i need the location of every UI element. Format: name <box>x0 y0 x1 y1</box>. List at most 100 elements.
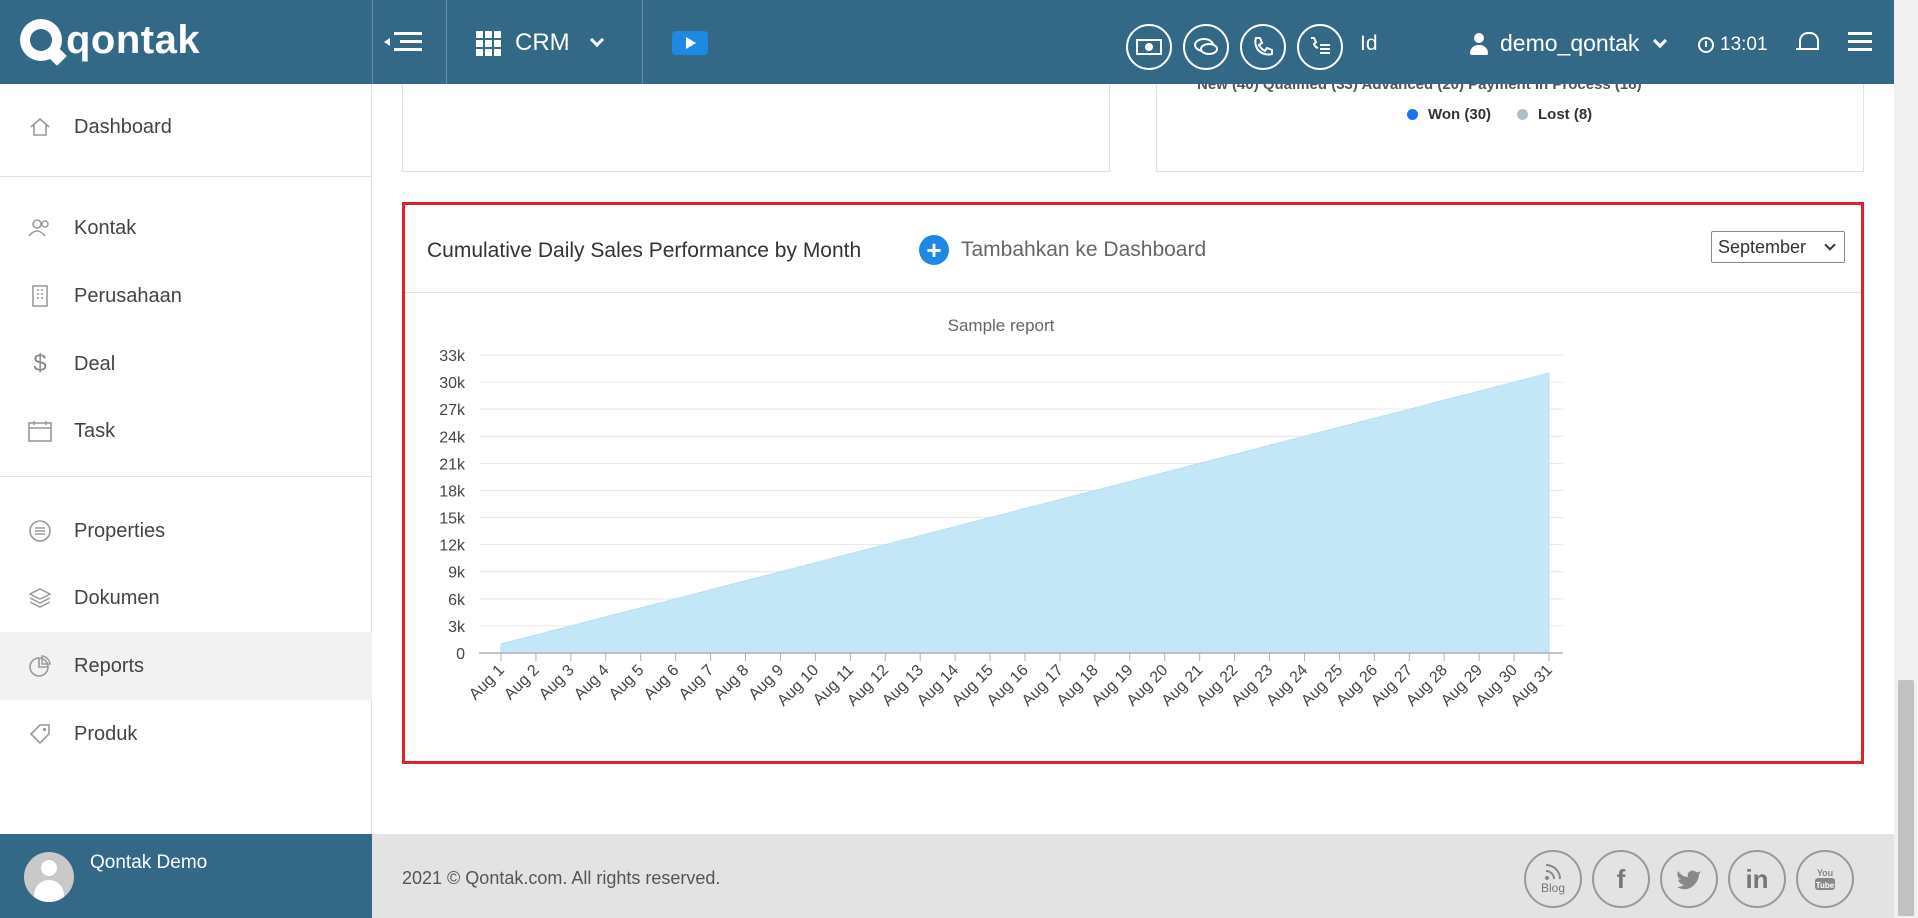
sidebar-item-label: Produk <box>74 722 138 745</box>
x-tick-label: Aug 7 <box>676 662 718 704</box>
x-tick-label: Aug 4 <box>571 662 613 704</box>
video-icon[interactable] <box>672 31 708 55</box>
home-icon <box>28 115 52 139</box>
logo-text: qontak <box>66 17 201 62</box>
chat-icon[interactable] <box>1183 24 1229 70</box>
facebook-icon[interactable]: f <box>1592 850 1650 908</box>
scrollbar-thumb[interactable] <box>1898 680 1914 916</box>
sidebar: Dashboard Kontak Perusahaan $ Deal Task … <box>0 84 372 834</box>
sidebar-item-label: Deal <box>74 352 116 375</box>
sidebar-item-label: Reports <box>74 654 145 677</box>
twitter-icon[interactable] <box>1660 850 1718 908</box>
y-tick-label: 0 <box>456 646 465 663</box>
sidebar-item-reports[interactable]: Reports <box>0 632 372 700</box>
hamburger-icon[interactable] <box>1848 32 1872 52</box>
user-icon <box>1470 32 1488 55</box>
pipeline-card: New (40) Qualified (33) Advanced (20) Pa… <box>1156 84 1864 172</box>
x-tick-label: Aug 6 <box>641 662 683 704</box>
chevron-down-icon <box>589 32 604 48</box>
logo-mark-icon <box>20 19 62 61</box>
apps-grid-icon <box>476 30 501 56</box>
phone-icon[interactable] <box>1240 24 1286 70</box>
y-tick-label: 6k <box>448 592 466 609</box>
month-select[interactable]: September <box>1711 231 1845 263</box>
clock: 13:01 <box>1698 34 1768 56</box>
sidebar-item-properties[interactable]: Properties <box>0 504 372 558</box>
legend-item-lost[interactable]: Lost (8) <box>1517 106 1592 123</box>
sidebar-item-label: Perusahaan <box>74 284 182 307</box>
chevron-down-icon <box>1824 239 1836 251</box>
money-icon[interactable] <box>1126 24 1172 70</box>
x-tick-label: Aug 8 <box>711 662 753 704</box>
legend-dot <box>1407 109 1418 120</box>
sidebar-item-label: Kontak <box>74 216 137 239</box>
sidebar-item-dashboard[interactable]: Dashboard <box>0 100 372 154</box>
dollar-icon: $ <box>33 350 47 377</box>
language-switch[interactable]: Id <box>1360 32 1378 56</box>
divider <box>446 0 447 84</box>
x-tick-label: Aug 1 <box>466 662 508 704</box>
y-tick-label: 21k <box>439 456 466 473</box>
y-tick-label: 24k <box>439 429 466 446</box>
module-label: CRM <box>515 29 570 56</box>
sidebar-item-dokumen[interactable]: Dokumen <box>0 571 372 625</box>
sidebar-item-label: Properties <box>74 519 166 542</box>
user-menu[interactable]: demo_qontak <box>1470 30 1668 57</box>
x-tick-label: Aug 5 <box>606 662 648 704</box>
tag-icon <box>28 722 52 746</box>
area-chart: Sample report 0 3k 6k 9k 12k 15k 18k 21k 24k 27k 30… <box>439 316 1563 710</box>
dashboard-card <box>402 84 1110 172</box>
y-tick-label: 30k <box>439 375 466 392</box>
calendar-icon <box>28 419 52 443</box>
y-tick-label: 12k <box>439 538 466 555</box>
sidebar-item-perusahaan[interactable]: Perusahaan <box>0 269 372 323</box>
sidebar-item-label: Task <box>74 419 116 442</box>
x-tick-label: Aug 2 <box>501 662 543 704</box>
x-tick-label: Aug 3 <box>536 662 578 704</box>
legend-label: Lost (8) <box>1538 106 1593 123</box>
divider <box>372 0 373 84</box>
plus-circle-icon: + <box>919 235 949 265</box>
report-title: Cumulative Daily Sales Performance by Mo… <box>427 239 862 262</box>
month-select-value: September <box>1718 236 1807 257</box>
blog-icon[interactable]: Blog <box>1524 850 1582 908</box>
sidebar-item-label: Dashboard <box>74 115 172 138</box>
y-tick-label: 3k <box>448 619 466 636</box>
bell-icon[interactable] <box>1796 30 1820 56</box>
sidebar-user-name: Qontak Demo <box>90 852 208 873</box>
sidebar-item-kontak[interactable]: Kontak <box>0 201 372 255</box>
menu-toggle-icon[interactable] <box>384 30 422 54</box>
page-scrollbar[interactable] <box>1894 0 1918 918</box>
linkedin-icon[interactable]: in <box>1728 850 1786 908</box>
copyright: 2021 © Qontak.com. All rights reserved. <box>402 868 721 888</box>
chart-title: Sample report <box>948 316 1055 335</box>
y-tick-label: 27k <box>439 402 466 419</box>
avatar <box>24 852 74 902</box>
module-switcher[interactable]: CRM <box>476 26 604 60</box>
legend-dot <box>1517 109 1528 120</box>
list-icon <box>28 519 52 543</box>
call-list-icon[interactable] <box>1297 24 1343 70</box>
blog-label: Blog <box>1540 881 1566 895</box>
divider <box>0 476 372 477</box>
chart-area: Sample report 0 3k 6k 9k 12k 15k 18k 21k 24k 27k 30… <box>405 293 1861 761</box>
y-tick-label: 18k <box>439 483 466 500</box>
sidebar-item-produk[interactable]: Produk <box>0 707 372 761</box>
qontak-logo[interactable]: qontak <box>20 18 200 62</box>
sidebar-item-task[interactable]: Task <box>0 404 372 458</box>
legend-item-won[interactable]: Won (30) <box>1407 106 1491 123</box>
chevron-down-icon <box>1653 33 1668 48</box>
footer: 2021 © Qontak.com. All rights reserved. … <box>372 834 1894 918</box>
divider <box>0 176 372 177</box>
sidebar-item-deal[interactable]: $ Deal <box>0 337 372 391</box>
add-to-dashboard-button[interactable]: + Tambahkan ke Dashboard <box>919 235 1206 265</box>
y-tick-label: 33k <box>439 348 466 365</box>
y-tick-label: 9k <box>448 565 466 582</box>
area-series <box>500 372 1550 654</box>
contacts-icon <box>28 216 52 240</box>
divider <box>642 0 643 84</box>
clock-time: 13:01 <box>1720 34 1768 55</box>
youtube-icon[interactable]: You Tube <box>1796 850 1854 908</box>
sidebar-user-card[interactable]: Qontak Demo <box>0 834 372 918</box>
y-tick-label: 15k <box>439 511 466 528</box>
